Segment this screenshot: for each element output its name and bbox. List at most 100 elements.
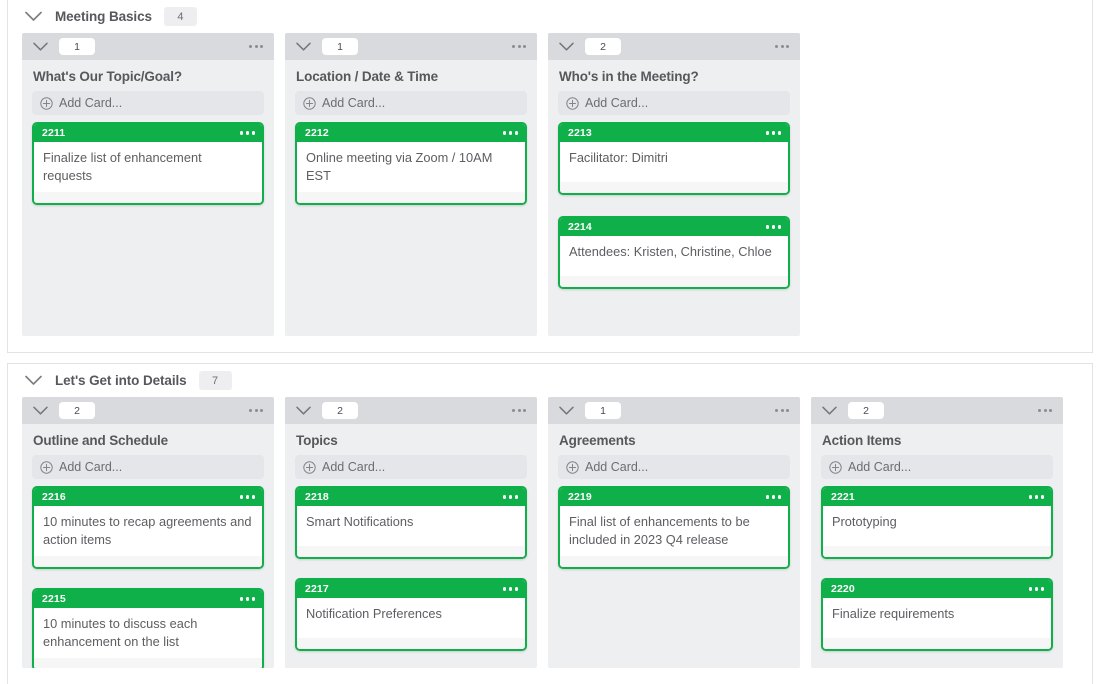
column-card-count: 2 [59,402,95,419]
card[interactable]: 2216 10 minutes to recap agreements and … [32,486,264,569]
more-options-icon[interactable] [765,131,781,135]
more-options-icon[interactable] [239,495,255,499]
column-title: What's Our Topic/Goal? [33,69,182,84]
card[interactable]: 2212 Online meeting via Zoom / 10AM EST [295,122,527,205]
card-list: 2219 Final list of enhancements to be in… [548,486,800,668]
add-card-button[interactable]: Add Card... [295,91,527,115]
card-text: Finalize requirements [832,606,955,621]
column-card-count: 1 [59,38,95,55]
card-footer [34,192,262,203]
chevron-down-icon[interactable] [818,400,840,422]
card-text: Prototyping [832,514,897,529]
more-options-icon[interactable] [247,405,265,416]
card[interactable]: 2218 Smart Notifications [295,486,527,559]
more-options-icon[interactable] [247,41,265,52]
column-list: 1 What's Our Topic/Goal? Add Card... 221… [8,33,1092,336]
chevron-down-icon[interactable] [292,400,314,422]
more-options-icon[interactable] [239,131,255,135]
add-card-label: Add Card... [59,96,123,110]
add-card-label: Add Card... [585,96,649,110]
card-id: 2215 [42,593,66,605]
add-card-label: Add Card... [322,96,386,110]
card-footer [297,546,525,557]
more-options-icon[interactable] [1028,587,1044,591]
column-header: 1 [548,397,800,424]
more-options-icon[interactable] [239,597,255,601]
card-body: Smart Notifications [297,506,525,546]
add-card-button[interactable]: Add Card... [558,455,790,479]
card-footer [34,658,262,668]
card-header: 2214 [560,218,788,236]
card[interactable]: 2213 Facilitator: Dimitri [558,122,790,195]
column-location-date-time: 1 Location / Date & Time Add Card... 221… [285,33,537,336]
more-options-icon[interactable] [773,41,791,52]
card-footer [560,182,788,193]
chevron-down-icon[interactable] [555,36,577,58]
column-title: Location / Date & Time [296,69,438,84]
card-body: Prototyping [823,506,1051,546]
card-header: 2220 [823,580,1051,598]
card[interactable]: 2215 10 minutes to discuss each enhancem… [32,588,264,668]
card-text: 10 minutes to recap agreements and actio… [43,514,252,547]
more-options-icon[interactable] [765,495,781,499]
card-list: 2211 Finalize list of enhancement reques… [22,122,274,336]
column-header: 1 [285,33,537,60]
add-card-button[interactable]: Add Card... [821,455,1053,479]
add-card-button[interactable]: Add Card... [558,91,790,115]
add-card-button[interactable]: Add Card... [32,455,264,479]
column-title: Action Items [822,433,902,448]
plus-circle-icon [40,96,53,110]
column-title: Agreements [559,433,636,448]
plus-circle-icon [303,460,316,474]
card[interactable]: 2211 Finalize list of enhancement reques… [32,122,264,205]
chevron-down-icon[interactable] [23,371,43,391]
chevron-down-icon[interactable] [292,36,314,58]
column-header: 2 [22,397,274,424]
card-text: Smart Notifications [306,514,414,529]
chevron-down-icon[interactable] [29,400,51,422]
card[interactable]: 2219 Final list of enhancements to be in… [558,486,790,569]
card-list: 2218 Smart Notifications 2217 Notificati… [285,486,537,668]
card-list: 2216 10 minutes to recap agreements and … [22,486,274,668]
column-action-items: 2 Action Items Add Card... 2221 Prototyp… [811,397,1063,668]
more-options-icon[interactable] [773,405,791,416]
more-options-icon[interactable] [502,131,518,135]
column-title: Who's in the Meeting? [559,69,699,84]
card-id: 2212 [305,127,329,139]
more-options-icon[interactable] [765,225,781,229]
more-options-icon[interactable] [510,405,528,416]
card-body: Final list of enhancements to be include… [560,506,788,556]
card-body: 10 minutes to recap agreements and actio… [34,506,262,556]
add-card-label: Add Card... [59,460,123,474]
more-options-icon[interactable] [502,495,518,499]
column-card-count: 1 [585,402,621,419]
card-footer [34,556,262,567]
card-header: 2212 [297,124,525,142]
chevron-down-icon[interactable] [555,400,577,422]
card[interactable]: 2217 Notification Preferences [295,578,527,651]
card-id: 2217 [305,583,329,595]
card-footer [560,276,788,287]
column-title: Outline and Schedule [33,433,169,448]
more-options-icon[interactable] [510,41,528,52]
more-options-icon[interactable] [1036,405,1054,416]
card-header: 2219 [560,488,788,506]
more-options-icon[interactable] [502,587,518,591]
card[interactable]: 2221 Prototyping [821,486,1053,559]
card[interactable]: 2220 Finalize requirements [821,578,1053,651]
add-card-button[interactable]: Add Card... [32,91,264,115]
card[interactable]: 2214 Attendees: Kristen, Christine, Chlo… [558,216,790,289]
kanban-board: Meeting Basics 4 1 What's Our Topic/Goal… [0,0,1100,684]
swimlane-lets-get-into-details: Let's Get into Details 7 2 Outline and S… [7,363,1093,684]
card-body: Attendees: Kristen, Christine, Chloe [560,236,788,276]
column-card-count: 2 [848,402,884,419]
swimlane-card-count: 7 [198,371,232,390]
card-text: Online meeting via Zoom / 10AM EST [306,150,493,183]
plus-circle-icon [829,460,842,474]
card-body: Online meeting via Zoom / 10AM EST [297,142,525,192]
chevron-down-icon[interactable] [23,7,43,27]
chevron-down-icon[interactable] [29,36,51,58]
add-card-button[interactable]: Add Card... [295,455,527,479]
swimlane-header: Let's Get into Details 7 [8,364,1092,397]
more-options-icon[interactable] [1028,495,1044,499]
